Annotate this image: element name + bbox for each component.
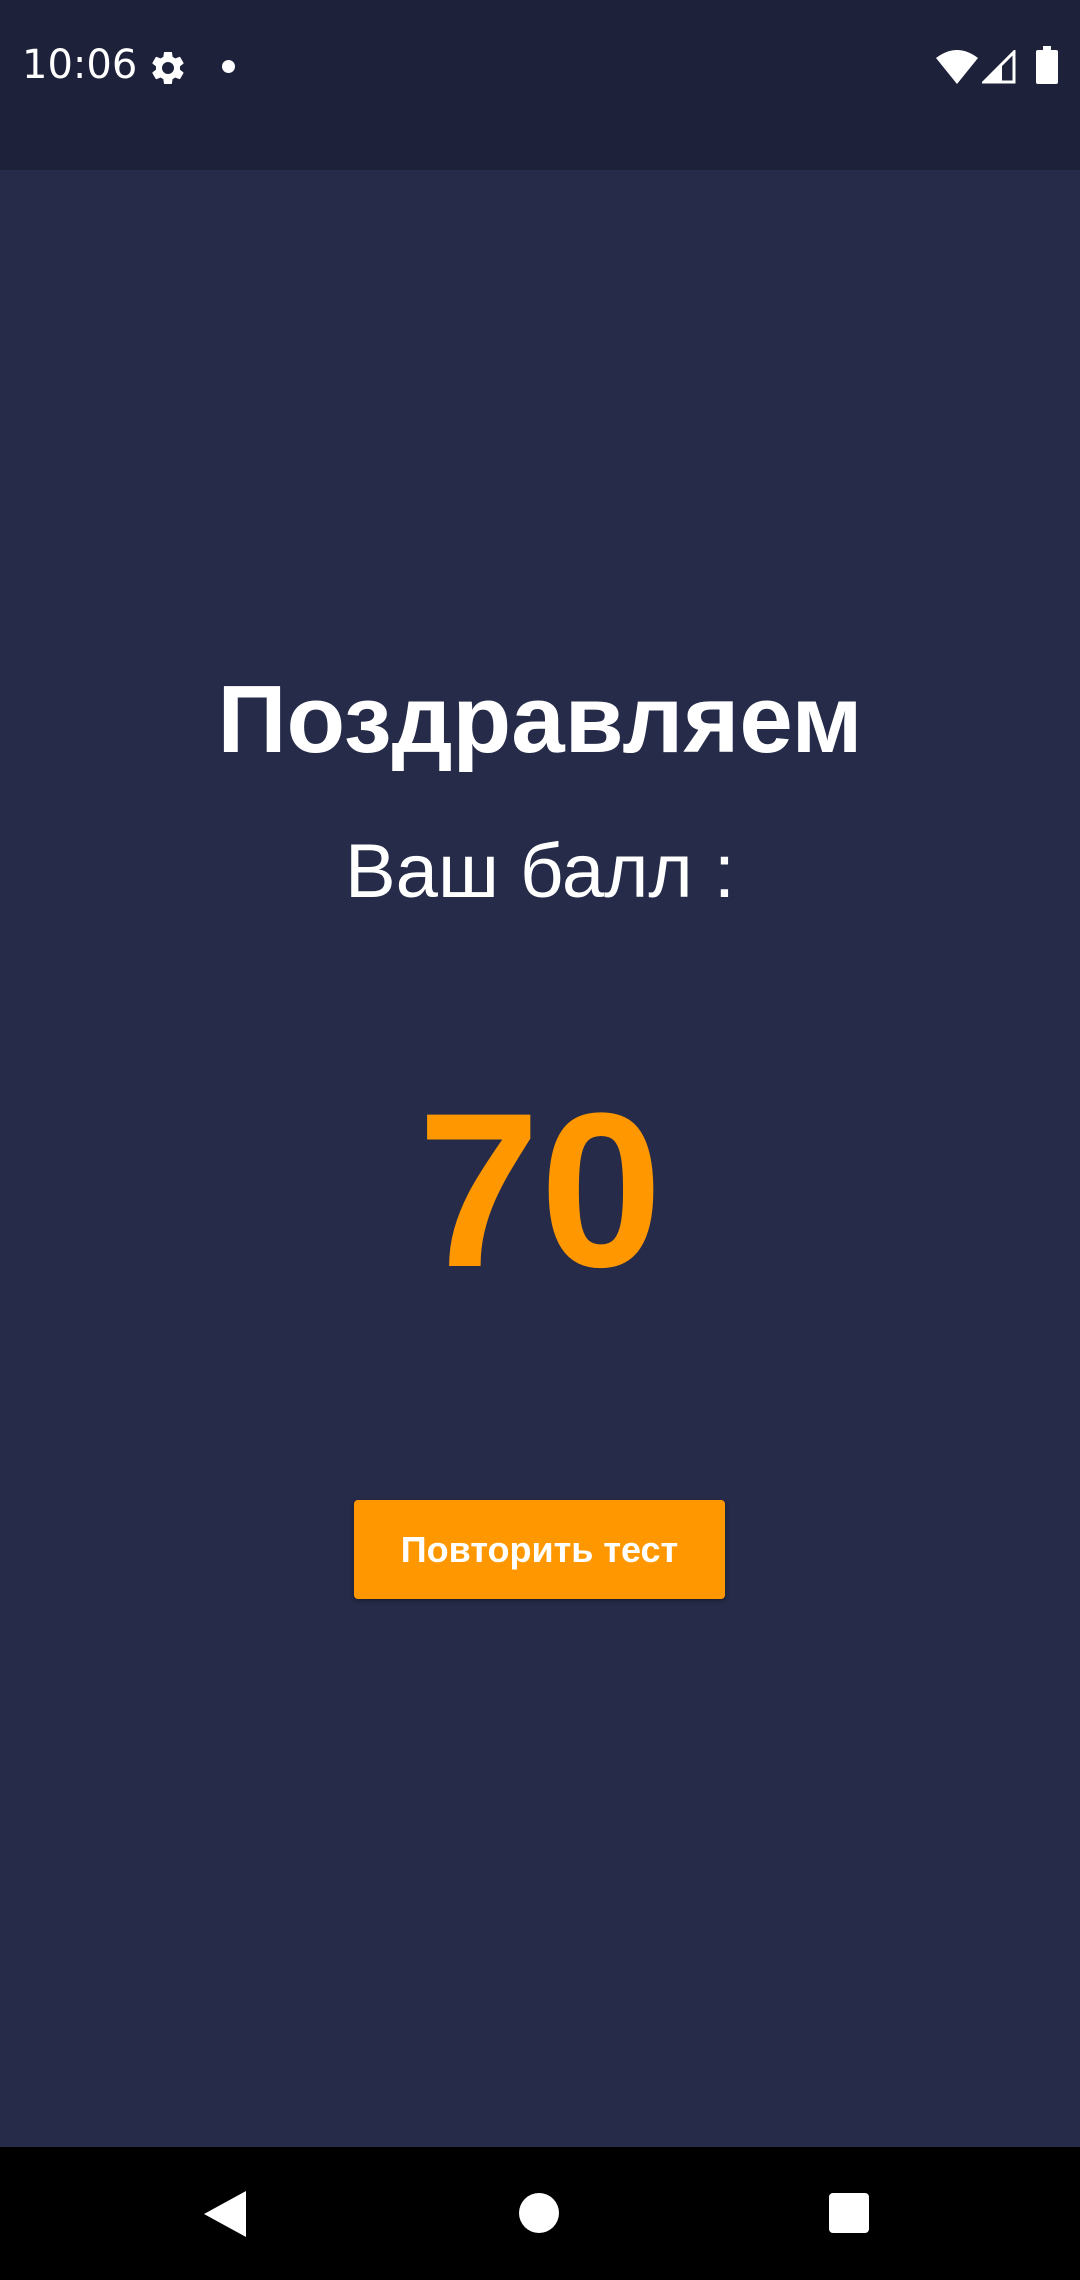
congratulations-title: Поздравляем [217, 666, 863, 773]
status-time: 10:06 [22, 42, 138, 88]
home-icon[interactable] [519, 2193, 559, 2233]
back-icon[interactable] [204, 2191, 246, 2237]
retry-test-button[interactable]: Повторить тест [354, 1500, 725, 1599]
navigation-bar [0, 2147, 1080, 2280]
status-bar: 10:06 [0, 0, 1080, 170]
recent-apps-icon[interactable] [829, 2193, 869, 2233]
notification-dot-icon [222, 60, 235, 73]
quiz-result-screen: 10:06 Поздравляем Ваш балл : 70 Повторит… [0, 0, 1080, 2280]
score-label: Ваш балл : [344, 829, 736, 914]
cellular-signal-icon [982, 50, 1016, 84]
wifi-icon [936, 50, 978, 84]
score-value: 70 [417, 1067, 663, 1313]
battery-icon [1036, 46, 1058, 84]
settings-gear-icon [152, 51, 184, 84]
